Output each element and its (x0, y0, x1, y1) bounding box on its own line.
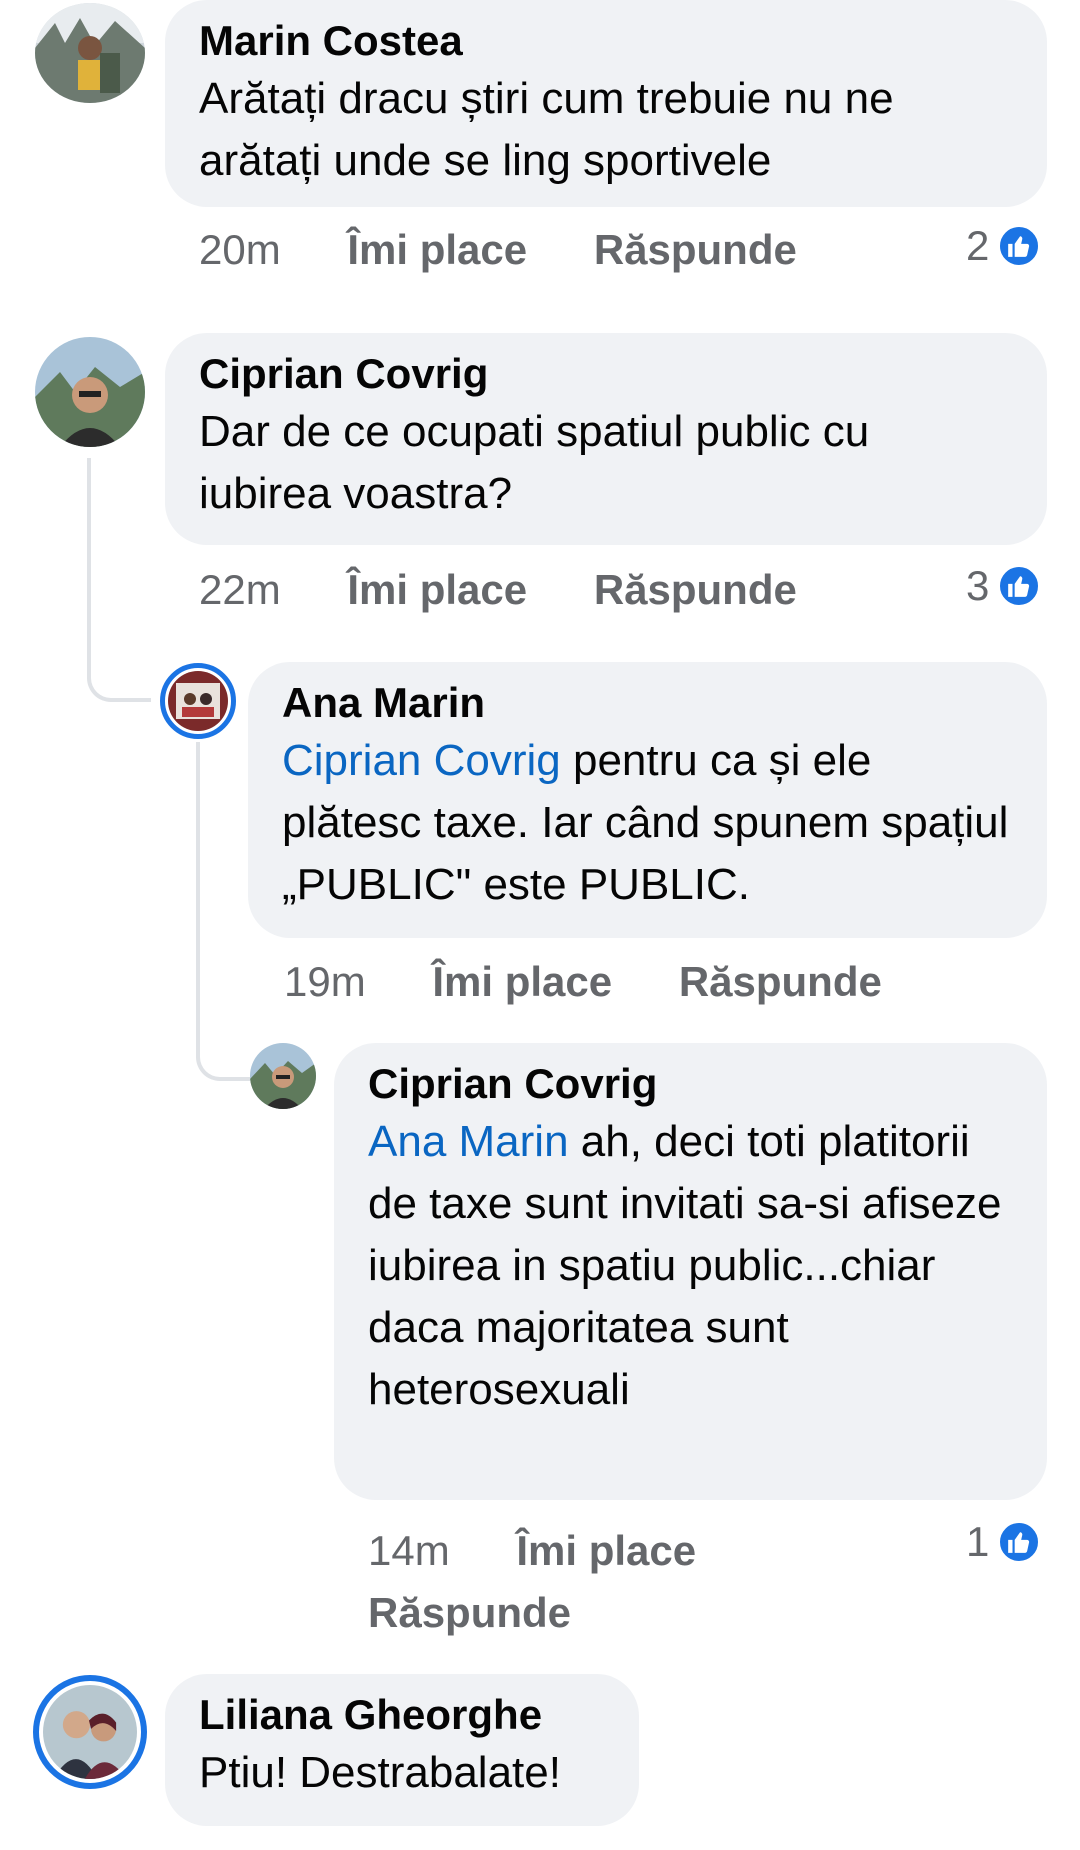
comment-actions: 19m Îmi place Răspunde (284, 958, 937, 1006)
reaction-count: 1 (966, 1518, 990, 1565)
thread-line (87, 458, 151, 702)
comment-author[interactable]: Ana Marin (282, 676, 1013, 730)
comment-text: Ciprian Covrig pentru ca și ele plătesc … (282, 730, 1013, 916)
comment-author[interactable]: Ciprian Covrig (368, 1057, 1013, 1111)
comment-time[interactable]: 20m (199, 226, 281, 274)
comment-time[interactable]: 22m (199, 566, 281, 614)
reaction-summary[interactable]: 3 (966, 562, 1042, 610)
thumbs-up-icon (997, 1520, 1042, 1564)
thumbs-up-icon (997, 224, 1042, 268)
comment-bubble: Marin Costea Arătați dracu știri cum tre… (165, 0, 1047, 207)
reaction-summary[interactable]: 1 (966, 1518, 1042, 1566)
reply-bubble: Ana Marin Ciprian Covrig pentru ca și el… (248, 662, 1047, 938)
reply-button[interactable]: Răspunde (368, 1582, 571, 1644)
thumbs-up-icon (997, 564, 1042, 608)
comment-time[interactable]: 14m (368, 1520, 450, 1582)
avatar[interactable] (35, 3, 145, 103)
comment-time[interactable]: 19m (284, 958, 366, 1006)
thread-line (196, 742, 250, 1081)
reaction-count: 3 (966, 562, 990, 609)
comment-text: Ana Marin ah, deci toti platitorii de ta… (368, 1111, 1013, 1421)
comment-bubble: Ciprian Covrig Dar de ce ocupati spatiul… (165, 333, 1047, 545)
reply-button[interactable]: Răspunde (594, 566, 797, 614)
like-button[interactable]: Îmi place (347, 566, 527, 614)
reaction-count: 2 (966, 222, 990, 269)
avatar[interactable] (160, 663, 236, 739)
reply-button[interactable]: Răspunde (594, 226, 797, 274)
comment-author[interactable]: Marin Costea (199, 14, 1013, 68)
comment-actions: 22m Îmi place Răspunde (199, 566, 852, 614)
comment-bubble: Liliana Gheorghe Ptiu! Destrabalate! (165, 1674, 639, 1826)
like-button[interactable]: Îmi place (516, 1520, 696, 1582)
comment-author[interactable]: Ciprian Covrig (199, 347, 1013, 401)
mention-link[interactable]: Ciprian Covrig (282, 736, 561, 785)
reply-bubble: Ciprian Covrig Ana Marin ah, deci toti p… (334, 1043, 1047, 1500)
comment-author[interactable]: Liliana Gheorghe (199, 1688, 605, 1742)
like-button[interactable]: Îmi place (347, 226, 527, 274)
reaction-summary[interactable]: 2 (966, 222, 1042, 270)
comment-text: Dar de ce ocupati spatiul public cu iubi… (199, 407, 870, 518)
reply-button[interactable]: Răspunde (679, 958, 882, 1006)
comment-actions: 20m Îmi place Răspunde (199, 226, 852, 274)
comment-text: Ptiu! Destrabalate! (199, 1748, 561, 1797)
mention-link[interactable]: Ana Marin (368, 1117, 569, 1166)
avatar[interactable] (33, 1675, 147, 1789)
avatar[interactable] (250, 1043, 316, 1109)
comment-actions: 14m Îmi place Răspunde (368, 1520, 751, 1644)
comment-text: Arătați dracu știri cum trebuie nu ne ar… (199, 74, 894, 185)
like-button[interactable]: Îmi place (432, 958, 612, 1006)
avatar[interactable] (35, 337, 145, 447)
